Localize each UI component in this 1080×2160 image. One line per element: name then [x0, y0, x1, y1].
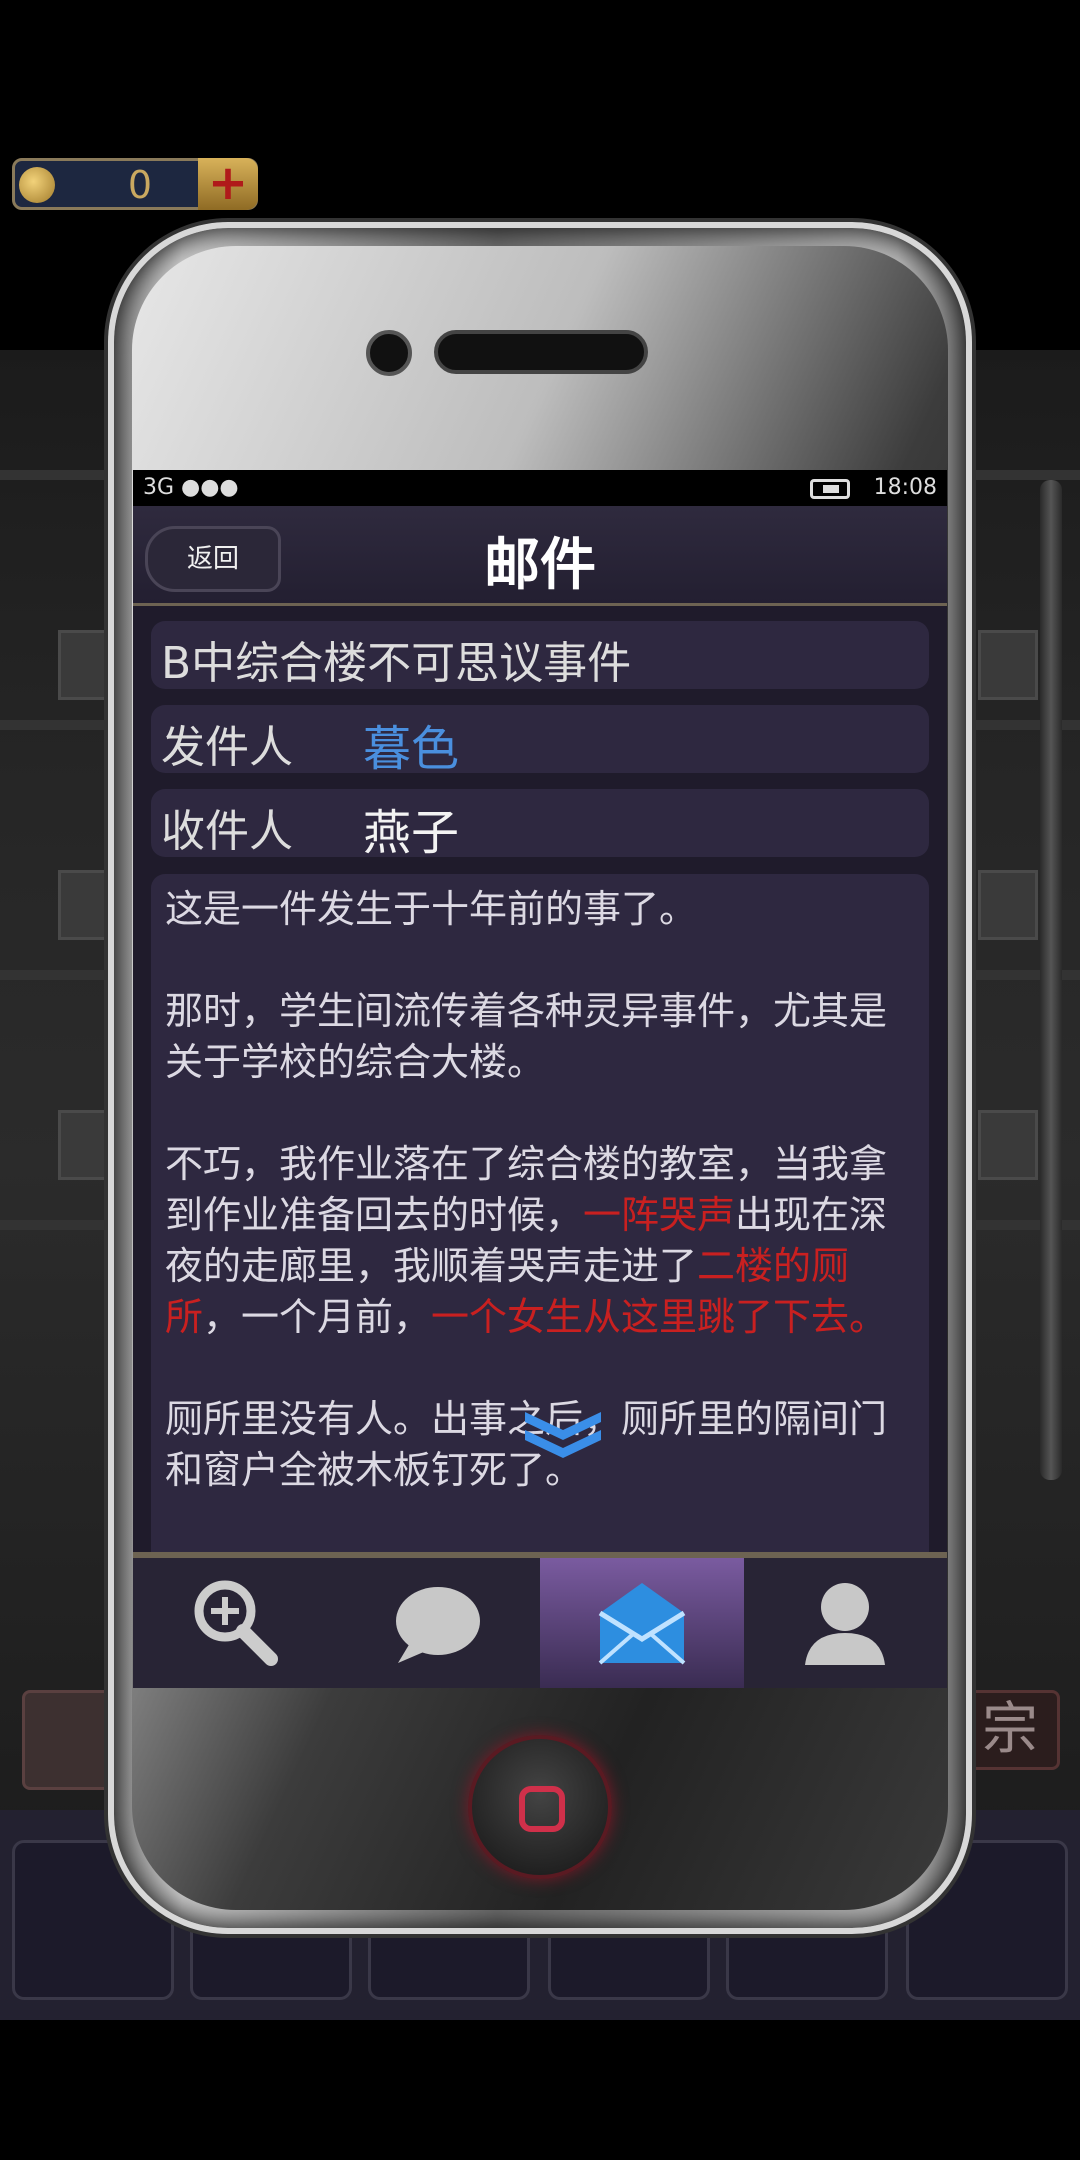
tab-mail[interactable] — [540, 1558, 744, 1688]
body-paragraph: 不巧，我作业落在了综合楼的教室，当我拿到作业准备回去的时候，一阵哭声出现在深夜的… — [165, 1139, 917, 1343]
coin-count: 0 — [127, 163, 153, 207]
sender-name[interactable]: 暮色 — [363, 709, 459, 779]
clue-highlight: 一个女生从这里跳了下去。 — [431, 1295, 888, 1339]
clue-highlight: 一阵哭声 — [583, 1193, 736, 1237]
mail-subject: B中综合楼不可思议事件 — [161, 638, 632, 689]
mail-envelope-icon — [598, 1583, 686, 1665]
sender-label: 发件人 — [161, 722, 293, 773]
add-coins-button[interactable]: + — [198, 158, 258, 210]
phone-item[interactable] — [22, 1690, 112, 1790]
hint-item-char: 宗 — [982, 1697, 1038, 1762]
status-bar: 3G ●●● 18:08 — [133, 470, 947, 506]
mail-sender-row: 发件人 暮色 — [151, 705, 929, 777]
mail-receiver-row: 收件人 燕子 — [151, 789, 929, 861]
body-paragraph: 那时，学生间流传着各种灵异事件，尤其是关于学校的综合大楼。 — [165, 989, 888, 1084]
receiver-name: 燕子 — [363, 805, 460, 861]
tab-messages[interactable] — [336, 1558, 540, 1688]
page-title: 邮件 — [484, 533, 596, 598]
magnifier-icon — [194, 1580, 278, 1666]
body-paragraph: 这是一件发生于十年前的事了。 — [165, 887, 698, 931]
receiver-label: 收件人 — [161, 806, 293, 857]
coin-icon — [19, 167, 55, 203]
user-icon — [805, 1583, 885, 1665]
tab-search[interactable] — [133, 1558, 337, 1688]
body-text-span: ，一个月前， — [203, 1295, 432, 1339]
network-indicator: 3G ●●● — [143, 475, 239, 500]
chat-bubble-icon — [396, 1587, 480, 1663]
coin-bar: 0 + — [12, 158, 258, 210]
hint-item[interactable]: 宗 — [960, 1690, 1060, 1770]
camera-icon — [366, 330, 412, 376]
tab-contacts[interactable] — [743, 1558, 947, 1688]
battery-icon — [810, 479, 850, 499]
home-icon — [519, 1786, 565, 1832]
clock: 18:08 — [873, 475, 937, 500]
speaker-grille — [434, 330, 648, 374]
home-button[interactable] — [468, 1735, 612, 1879]
tab-bar — [133, 1552, 947, 1688]
phone-screen: 3G ●●● 18:08 返回 邮件 B中综合楼不可思议事件 发件人 暮色 收件… — [133, 470, 947, 1688]
scroll-down-icon[interactable] — [521, 1406, 605, 1462]
mail-subject-row: B中综合楼不可思议事件 — [151, 621, 929, 689]
mail-body[interactable]: 这是一件发生于十年前的事了。 那时，学生间流传着各种灵异事件，尤其是关于学校的综… — [151, 874, 929, 1554]
nav-bar: 返回 邮件 — [133, 506, 947, 606]
